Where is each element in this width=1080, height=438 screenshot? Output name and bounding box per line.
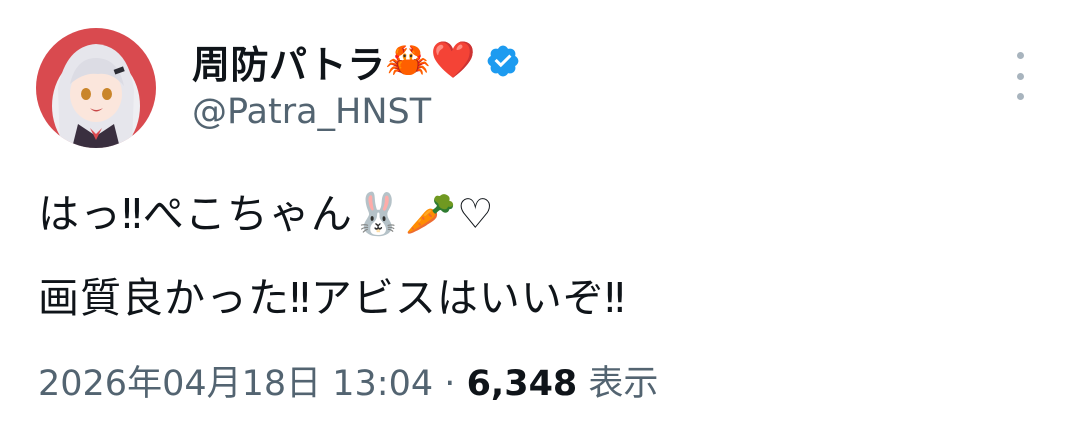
author-handle[interactable]: @Patra_HNST [192, 92, 431, 132]
avatar[interactable] [36, 28, 156, 148]
name-emojis: 🦀❤️ [385, 40, 476, 81]
tweet-card: 周防パトラ 🦀❤️ @Patra_HNST はっ‼ぺこちゃん🐰🥕♡ 画質良かった… [0, 0, 1080, 438]
tweet-meta: 2026年04月18日 13:04 · 6,348 表示 [38, 355, 658, 406]
more-vertical-icon[interactable] [1006, 52, 1034, 100]
avatar-image [36, 28, 156, 148]
views-label[interactable]: 表示 [588, 364, 658, 404]
dot [1016, 52, 1024, 59]
timestamp[interactable]: 2026年04月18日 13:04 [38, 364, 433, 404]
dot [1016, 93, 1024, 100]
dot [1016, 72, 1024, 80]
tweet-text-line-2: 画質良かった‼アビスはいいぞ‼ [38, 274, 626, 322]
views-count[interactable]: 6,348 [467, 364, 578, 404]
tweet-text-line-1: はっ‼ぺこちゃん🐰🥕♡ [38, 190, 495, 238]
separator: · [444, 364, 456, 404]
author-name-row[interactable]: 周防パトラ 🦀❤️ [192, 34, 521, 88]
verified-badge-icon[interactable] [485, 43, 521, 79]
display-name[interactable]: 周防パトラ [192, 34, 386, 89]
